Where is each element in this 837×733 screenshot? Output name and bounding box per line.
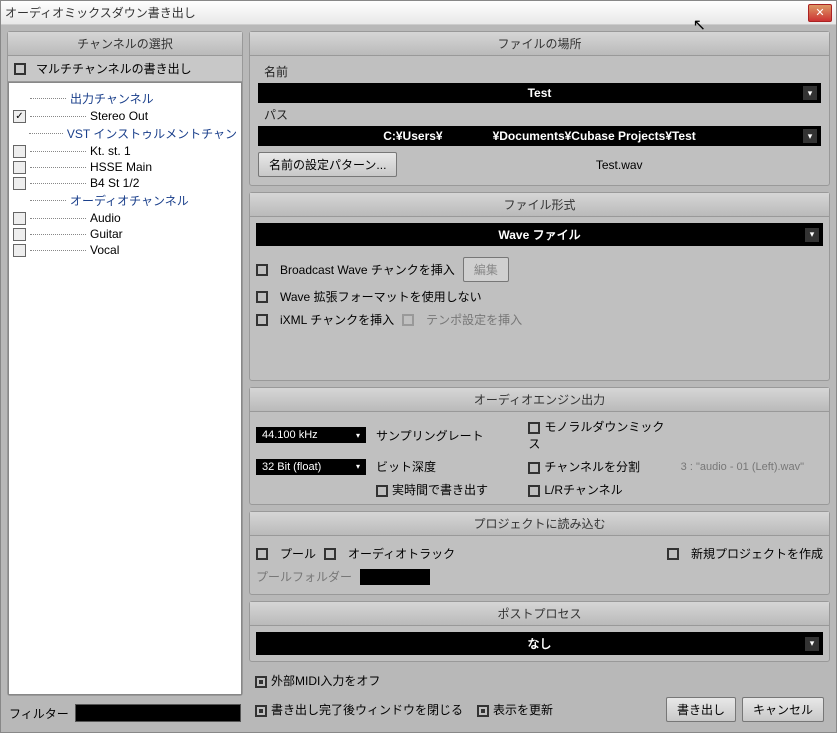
name-field[interactable]: Test ▾	[258, 83, 821, 103]
name-label: 名前	[258, 60, 821, 83]
multichannel-checkbox[interactable]	[14, 63, 26, 75]
tree-item[interactable]: B4 St 1/2	[13, 175, 237, 191]
edit-button[interactable]: 編集	[463, 257, 509, 282]
cancel-button[interactable]: キャンセル	[742, 697, 824, 722]
samplerate-label: サンプリングレート	[376, 427, 518, 444]
post-process-header: ポストプロセス	[250, 602, 829, 626]
checkbox[interactable]	[13, 161, 26, 174]
multichannel-row: マルチチャンネルの書き出し	[8, 56, 242, 82]
audio-engine-section: オーディオエンジン出力 44.100 kHz▾ サンプリングレート モノラルダウ…	[249, 387, 830, 505]
tree-item[interactable]: Guitar	[13, 226, 237, 242]
chevron-down-icon: ▾	[356, 431, 360, 440]
channel-select-section: チャンネルの選択 マルチチャンネルの書き出し 出力チャンネル Stereo Ou…	[7, 31, 243, 696]
path-label: パス	[258, 103, 821, 126]
mono-checkbox[interactable]	[528, 422, 540, 434]
tree-group-audio: オーディオチャンネル	[13, 191, 237, 210]
close-icon[interactable]: ✕	[808, 4, 832, 22]
midi-off-checkbox[interactable]	[255, 676, 267, 688]
broadcast-wave-checkbox[interactable]	[256, 264, 268, 276]
checkbox[interactable]	[13, 110, 26, 123]
tempo-label: テンポ設定を挿入	[426, 311, 522, 328]
pool-folder-input[interactable]	[360, 569, 430, 585]
tree-item[interactable]: HSSE Main	[13, 159, 237, 175]
split-channels-checkbox[interactable]	[528, 462, 540, 474]
chevron-down-icon: ▾	[356, 462, 360, 471]
path-value: C:¥Users¥¥Documents¥Cubase Projects¥Test	[264, 129, 815, 143]
import-project-header: プロジェクトに読み込む	[250, 512, 829, 536]
chevron-down-icon[interactable]: ▾	[803, 129, 817, 143]
output-filename: Test.wav	[417, 158, 821, 172]
bitdepth-select[interactable]: 32 Bit (float)▾	[256, 459, 366, 475]
no-wave-ext-label: Wave 拡張フォーマットを使用しない	[280, 288, 482, 305]
lr-channel-checkbox[interactable]	[528, 485, 540, 497]
dialog-body: チャンネルの選択 マルチチャンネルの書き出し 出力チャンネル Stereo Ou…	[1, 25, 836, 732]
ixml-checkbox[interactable]	[256, 314, 268, 326]
redacted-text	[443, 130, 493, 143]
multichannel-label: マルチチャンネルの書き出し	[36, 60, 192, 77]
tree-group-vst: VST インストゥルメントチャン	[13, 124, 237, 143]
file-format-section: ファイル形式 Wave ファイル ▾ Broadcast Wave チャンクを挿…	[249, 192, 830, 381]
filter-label: フィルター	[9, 705, 69, 722]
checkbox[interactable]	[13, 212, 26, 225]
right-panel: ファイルの場所 名前 Test ▾ パス C:¥Users¥¥Documents…	[249, 31, 830, 726]
chevron-down-icon[interactable]: ▾	[805, 637, 819, 651]
close-after-checkbox[interactable]	[255, 705, 267, 717]
checkbox[interactable]	[13, 145, 26, 158]
file-location-section: ファイルの場所 名前 Test ▾ パス C:¥Users¥¥Documents…	[249, 31, 830, 186]
chevron-down-icon[interactable]: ▾	[803, 86, 817, 100]
samplerate-select[interactable]: 44.100 kHz▾	[256, 427, 366, 443]
channel-select-header: チャンネルの選択	[8, 32, 242, 56]
ixml-label: iXML チャンクを挿入	[280, 311, 394, 328]
titlebar: オーディオミックスダウン書き出し ✕	[1, 1, 836, 25]
tree-group-output: 出力チャンネル	[13, 89, 237, 108]
tree-item[interactable]: Kt. st. 1	[13, 143, 237, 159]
no-wave-ext-checkbox[interactable]	[256, 291, 268, 303]
checkbox[interactable]	[13, 228, 26, 241]
split-filename[interactable]: 3 : "audio - 01 (Left).wav"	[681, 461, 823, 473]
chevron-down-icon[interactable]: ▾	[805, 228, 819, 242]
tempo-checkbox	[402, 314, 414, 326]
path-field[interactable]: C:¥Users¥¥Documents¥Cubase Projects¥Test…	[258, 126, 821, 146]
checkbox[interactable]	[13, 177, 26, 190]
file-format-header: ファイル形式	[250, 193, 829, 217]
tree-item-stereo-out[interactable]: Stereo Out	[13, 108, 237, 124]
tree-item[interactable]: Audio	[13, 210, 237, 226]
channel-select-panel: チャンネルの選択 マルチチャンネルの書き出し 出力チャンネル Stereo Ou…	[7, 31, 243, 726]
checkbox[interactable]	[13, 244, 26, 257]
refresh-checkbox[interactable]	[477, 705, 489, 717]
audiotrack-checkbox[interactable]	[324, 548, 336, 560]
newproject-checkbox[interactable]	[667, 548, 679, 560]
bitdepth-label: ビット深度	[376, 458, 518, 475]
realtime-checkbox[interactable]	[376, 485, 388, 497]
export-button[interactable]: 書き出し	[666, 697, 736, 722]
filter-row: フィルター	[7, 700, 243, 726]
import-project-section: プロジェクトに読み込む プール オーディオトラック 新規プロジェクトを作成 プー…	[249, 511, 830, 595]
pool-checkbox[interactable]	[256, 548, 268, 560]
format-select[interactable]: Wave ファイル ▾	[256, 223, 823, 246]
channel-tree[interactable]: 出力チャンネル Stereo Out VST インストゥルメントチャン Kt. …	[8, 82, 242, 695]
tree-item[interactable]: Vocal	[13, 242, 237, 258]
post-process-section: ポストプロセス なし ▾	[249, 601, 830, 662]
filter-input[interactable]	[75, 704, 241, 722]
bottom-options: 外部MIDI入力をオフ 書き出し完了後ウィンドウを閉じる 表示を更新 書き出し …	[249, 668, 830, 726]
mixdown-export-window: オーディオミックスダウン書き出し ✕ ↖ チャンネルの選択 マルチチャンネルの書…	[0, 0, 837, 733]
broadcast-wave-label: Broadcast Wave チャンクを挿入	[280, 261, 455, 278]
file-location-header: ファイルの場所	[250, 32, 829, 56]
post-process-select[interactable]: なし ▾	[256, 632, 823, 655]
audio-engine-header: オーディオエンジン出力	[250, 388, 829, 412]
naming-pattern-button[interactable]: 名前の設定パターン...	[258, 152, 397, 177]
window-title: オーディオミックスダウン書き出し	[5, 4, 808, 21]
pool-folder-label: プールフォルダー	[256, 568, 352, 585]
